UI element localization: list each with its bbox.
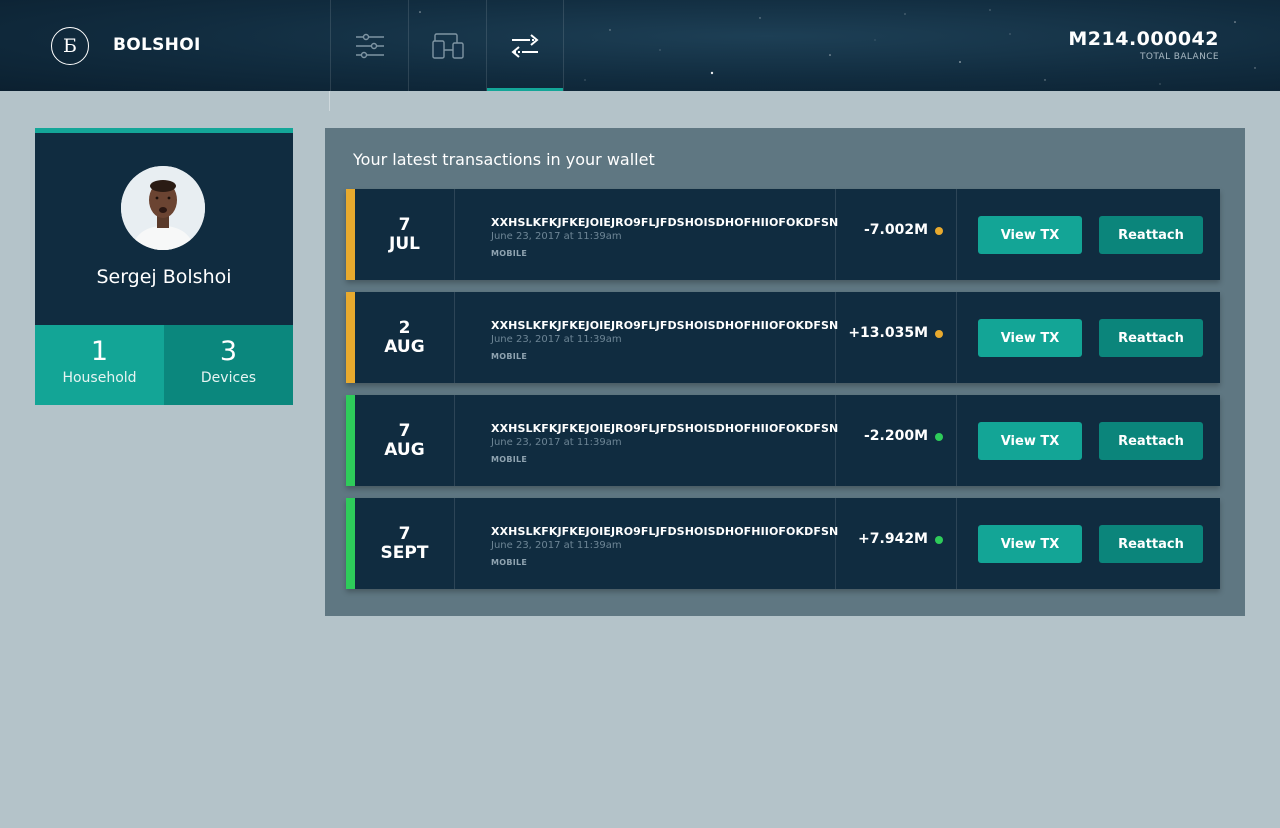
status-accent-bar [346,498,355,589]
transaction-info: XXHSLKFKJFKEJOIEJRO9FLJFDSHOISDHOFHIIOFO… [491,525,838,567]
tab-transactions[interactable] [486,0,564,91]
brand-name: BOLSHOI [113,35,201,55]
transaction-info: XXHSLKFKJFKEJOIEJRO9FLJFDSHOISDHOFHIIOFO… [491,216,838,258]
household-count: 1 [90,336,109,367]
transaction-time: June 23, 2017 at 11:39am [491,437,622,448]
profile-card: Sergej Bolshoi 1 Household 3 Devices [35,128,293,405]
view-tx-button[interactable]: View TX [978,319,1082,357]
nav-divider [329,91,330,111]
tab-settings[interactable] [330,0,408,91]
transaction-amount: +7.942M [858,531,928,547]
transaction-date: 7 AUG [355,395,455,486]
transaction-info: XXHSLKFKJFKEJOIEJRO9FLJFDSHOISDHOFHIIOFO… [491,319,838,361]
status-accent-bar [346,395,355,486]
transaction-amount: -2.200M [863,428,928,444]
view-tx-button[interactable]: View TX [978,216,1082,254]
transaction-amount-cell: +7.942M [835,498,957,589]
status-dot-icon [935,330,943,338]
transaction-day: 2 [398,317,411,338]
transaction-amount-cell: -7.002M [835,189,957,280]
tab-devices[interactable] [408,0,486,91]
reattach-button[interactable]: Reattach [1099,525,1203,563]
transfer-arrows-icon [511,33,539,58]
transaction-row: 2 AUG XXHSLKFKJFKEJOIEJRO9FLJFDSHOISDHOF… [346,292,1220,383]
devices-stat[interactable]: 3 Devices [164,325,293,405]
status-dot-icon [935,227,943,235]
transaction-time: June 23, 2017 at 11:39am [491,540,622,551]
transaction-day: 7 [398,523,411,544]
status-accent-bar [346,292,355,383]
transaction-row: 7 SEPT XXHSLKFKJFKEJOIEJRO9FLJFDSHOISDHO… [346,498,1220,589]
transaction-date: 7 SEPT [355,498,455,589]
view-tx-button[interactable]: View TX [978,525,1082,563]
transaction-row: 7 AUG XXHSLKFKJFKEJOIEJRO9FLJFDSHOISDHOF… [346,395,1220,486]
transaction-month: JUL [389,233,420,254]
transactions-panel: Your latest transactions in your wallet … [325,128,1245,616]
transaction-day: 7 [398,214,411,235]
transaction-source: MOBILE [491,249,528,258]
household-stat[interactable]: 1 Household [35,325,164,405]
status-dot-icon [935,433,943,441]
status-dot-icon [935,536,943,544]
user-avatar-icon [121,166,205,250]
devices-label: Devices [200,370,257,386]
sliders-icon [355,33,384,58]
transaction-hash: XXHSLKFKJFKEJOIEJRO9FLJFDSHOISDHOFHIIOFO… [491,319,839,332]
transaction-hash: XXHSLKFKJFKEJOIEJRO9FLJFDSHOISDHOFHIIOFO… [491,216,839,229]
transaction-month: AUG [384,439,425,460]
total-balance: M214.000042 TOTAL BALANCE [1068,28,1219,62]
transaction-info: XXHSLKFKJFKEJOIEJRO9FLJFDSHOISDHOFHIIOFO… [491,422,838,464]
devices-count: 3 [219,336,238,367]
transaction-source: MOBILE [491,455,528,464]
transaction-time: June 23, 2017 at 11:39am [491,334,622,345]
status-accent-bar [346,189,355,280]
brand-logo-glyph: Б [63,35,77,57]
top-header: Б BOLSHOI M214.000042 TOTAL BALANCE [0,0,1280,91]
transaction-date: 2 AUG [355,292,455,383]
brand-logo: Б [51,27,89,65]
transaction-time: June 23, 2017 at 11:39am [491,231,622,242]
transaction-amount-cell: +13.035M [835,292,957,383]
panel-title: Your latest transactions in your wallet [353,150,655,169]
avatar[interactable] [121,166,205,250]
transaction-amount-cell: -2.200M [835,395,957,486]
balance-value: M214.000042 [1068,28,1219,50]
devices-icon [431,32,464,59]
transaction-source: MOBILE [491,352,528,361]
transaction-date: 7 JUL [355,189,455,280]
transaction-hash: XXHSLKFKJFKEJOIEJRO9FLJFDSHOISDHOFHIIOFO… [491,422,839,435]
reattach-button[interactable]: Reattach [1099,319,1203,357]
transaction-source: MOBILE [491,558,528,567]
reattach-button[interactable]: Reattach [1099,422,1203,460]
transaction-day: 7 [398,420,411,441]
transaction-amount: -7.002M [863,222,928,238]
transaction-amount: +13.035M [848,325,928,341]
household-label: Household [62,370,137,386]
transaction-month: SEPT [380,542,429,563]
balance-label: TOTAL BALANCE [1139,52,1219,62]
profile-name: Sergej Bolshoi [96,266,232,288]
reattach-button[interactable]: Reattach [1099,216,1203,254]
view-tx-button[interactable]: View TX [978,422,1082,460]
transaction-month: AUG [384,336,425,357]
transaction-hash: XXHSLKFKJFKEJOIEJRO9FLJFDSHOISDHOFHIIOFO… [491,525,839,538]
transaction-row: 7 JUL XXHSLKFKJFKEJOIEJRO9FLJFDSHOISDHOF… [346,189,1220,280]
